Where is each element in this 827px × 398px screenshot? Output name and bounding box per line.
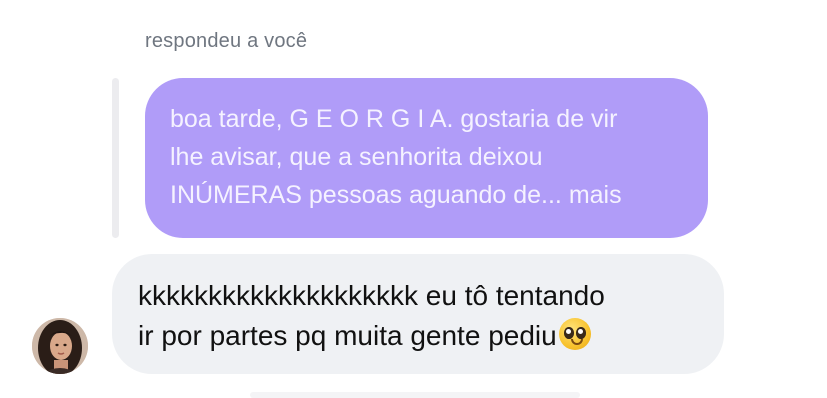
message-line: kkkkkkkkkkkkkkkkkkkk eu tô tentando — [138, 280, 605, 311]
quoted-message-bubble[interactable]: boa tarde, G E O R G I A. gostaria de vi… — [145, 78, 708, 238]
message-bubble[interactable]: kkkkkkkkkkkkkkkkkkkk eu tô tentando ir p… — [112, 254, 724, 374]
message-line-text: ir por partes pq muita gente pediu — [138, 320, 557, 351]
pleading-face-emoji-icon — [558, 318, 591, 350]
quoted-message-line: INÚMERAS pessoas aguando de... mais — [170, 181, 622, 209]
message-line-with-emoji: ir por partes pq muita gente pediu — [138, 316, 698, 356]
next-item-edge — [250, 392, 580, 398]
quoted-message-line: lhe avisar, que a senhorita deixou — [170, 143, 543, 171]
profile-photo-icon — [32, 318, 88, 374]
reply-indicator-bar — [112, 78, 119, 238]
quoted-message-line: boa tarde, G E O R G I A. gostaria de vi… — [170, 105, 618, 133]
reply-context-label: respondeu a você — [145, 30, 308, 52]
chat-screen: respondeu a você boa tarde, G E O R G I … — [0, 0, 827, 398]
sender-avatar[interactable] — [32, 318, 88, 374]
